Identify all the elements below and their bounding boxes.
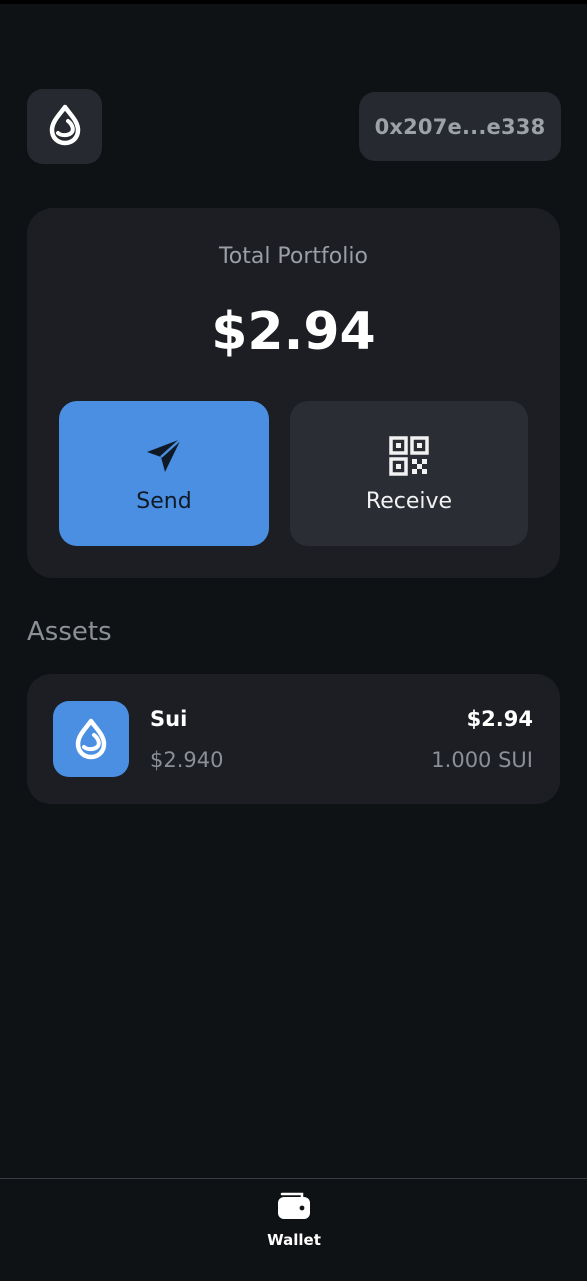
asset-amount: 1.000 SUI (431, 748, 533, 772)
asset-name: Sui (150, 707, 188, 731)
wallet-address: 0x207e...e338 (374, 114, 546, 139)
portfolio-card: Total Portfolio $2.94 Send Receive (27, 208, 560, 578)
sui-token-icon (53, 701, 129, 777)
asset-row-sui[interactable]: Sui $2.940 $2.94 1.000 SUI (27, 674, 560, 804)
qr-code-icon (388, 435, 430, 477)
asset-value: $2.94 (466, 707, 533, 731)
sui-drop-icon (45, 103, 85, 151)
nav-wallet-label: Wallet (267, 1231, 321, 1249)
receive-button[interactable]: Receive (290, 401, 528, 546)
asset-price: $2.940 (150, 748, 224, 772)
app-logo-button[interactable] (27, 89, 102, 164)
bottom-nav: Wallet (0, 1178, 587, 1281)
send-icon (143, 435, 185, 477)
portfolio-label: Total Portfolio (219, 244, 368, 269)
send-label: Send (136, 489, 192, 514)
wallet-address-button[interactable]: 0x207e...e338 (359, 92, 561, 161)
portfolio-value: $2.94 (211, 302, 376, 362)
status-bar-edge (0, 0, 587, 4)
wallet-icon (276, 1189, 312, 1225)
receive-label: Receive (365, 489, 453, 514)
assets-heading: Assets (27, 617, 112, 647)
send-button[interactable]: Send (59, 401, 269, 546)
nav-tab-wallet[interactable]: Wallet (253, 1189, 335, 1259)
